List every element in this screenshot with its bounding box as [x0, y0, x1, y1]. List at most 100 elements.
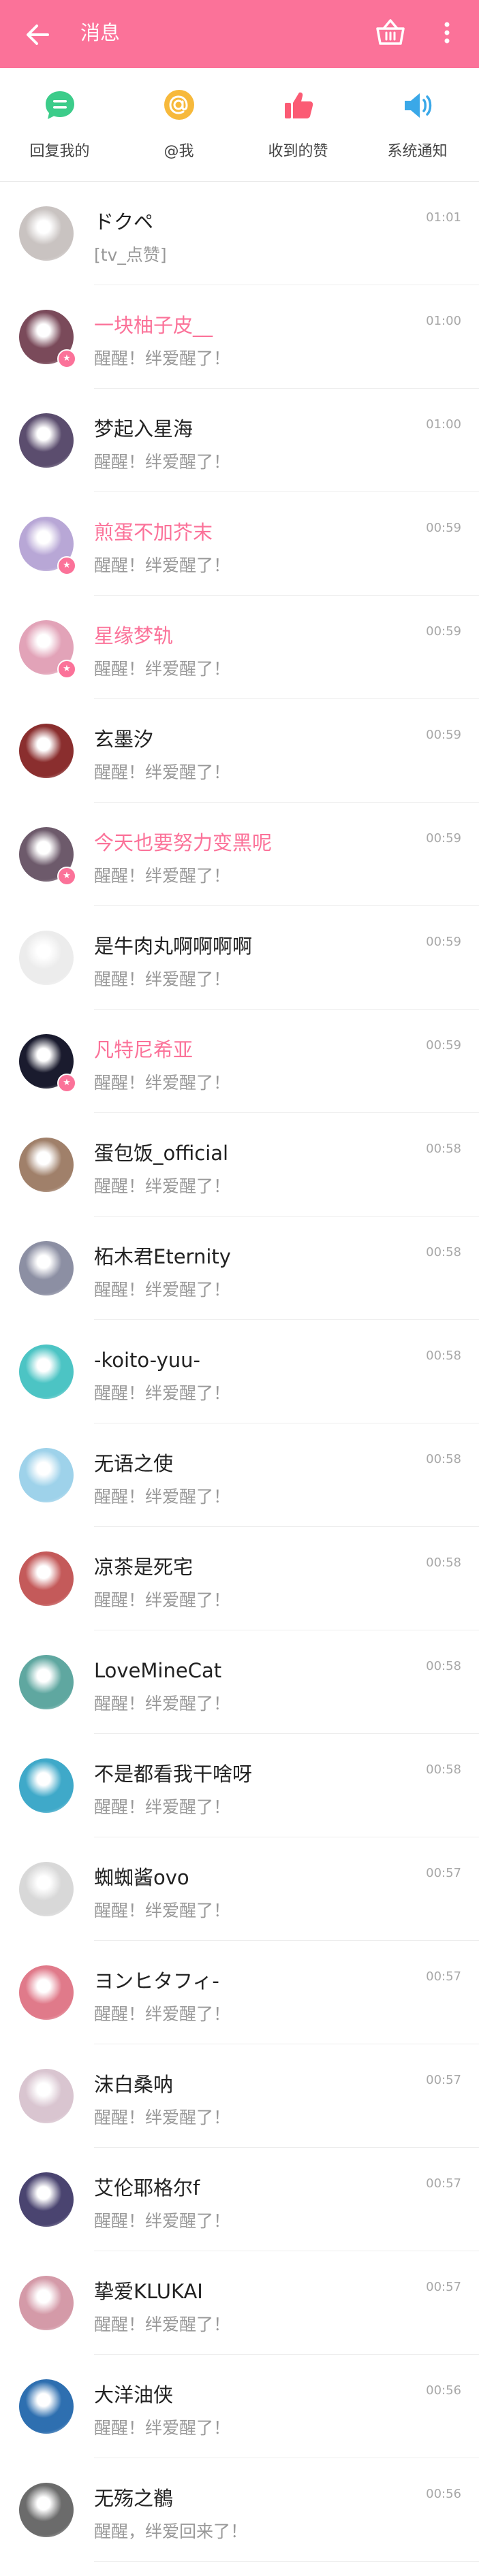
sender-name[interactable]: 一块柚子皮__ — [94, 312, 213, 338]
message-preview: 醒醒！绊爱醒了！ — [94, 1590, 231, 1610]
message-row[interactable]: 柘木君Eternity 醒醒！绊爱醒了！ 00:58 — [0, 1217, 479, 1320]
sender-name[interactable]: 柘木君Eternity — [94, 1244, 231, 1270]
message-list: ドクペ [tv_点赞] 01:01 ★ 一块柚子皮__ 醒醒！绊爱醒了！ 01:00 梦起入星… — [0, 182, 479, 2562]
sender-name[interactable]: 大洋油侠 — [94, 2382, 173, 2408]
message-preview: 醒醒！绊爱醒了！ — [94, 1797, 231, 1817]
tab-replies[interactable]: 回复我的 — [0, 68, 119, 181]
avatar[interactable] — [19, 2172, 74, 2227]
avatar[interactable] — [19, 2276, 74, 2330]
message-time: 00:58 — [426, 1659, 461, 1673]
sender-name[interactable]: 艾伦耶格尔f — [94, 2175, 200, 2201]
avatar[interactable] — [19, 931, 74, 985]
message-row[interactable]: 无语之使醒醒！绊爱醒了！ 00:58 — [0, 1423, 479, 1527]
vip-badge-icon: ★ — [57, 1074, 76, 1093]
message-time: 00:57 — [426, 2176, 461, 2191]
avatar[interactable] — [19, 2379, 74, 2434]
row-divider — [94, 2561, 479, 2562]
vip-badge-icon: ★ — [57, 867, 76, 886]
sender-name[interactable]: ヨンヒタフィ- — [94, 1968, 219, 1994]
tab-mentions[interactable]: @我 — [119, 68, 238, 181]
avatar[interactable] — [19, 1345, 74, 1399]
sender-name[interactable]: 沫白桑呐 — [94, 2072, 173, 2097]
message-time: 00:59 — [426, 1038, 461, 1052]
message-row[interactable]: ★ 一块柚子皮__ 醒醒！绊爱醒了！ 01:00 — [0, 285, 479, 389]
message-preview: 醒醒！绊爱醒了！ — [94, 1280, 231, 1300]
message-time: 00:59 — [426, 624, 461, 639]
sender-name[interactable]: 今天也要努力变黑呢 — [94, 830, 272, 856]
message-time: 00:59 — [426, 521, 461, 535]
sender-name[interactable]: LoveMineCat — [94, 1658, 221, 1684]
sender-name[interactable]: 凡特尼希亚 — [94, 1037, 193, 1063]
message-row[interactable]: ドクペ [tv_点赞] 01:01 — [0, 182, 479, 285]
message-row[interactable]: 沫白桑呐 醒醒！绊爱醒了！ 00:57 — [0, 2044, 479, 2148]
sender-name[interactable]: 不是都看我干啥呀 — [94, 1761, 252, 1787]
message-preview: 醒醒！绊爱醒了！ — [94, 1901, 231, 1920]
avatar[interactable] — [19, 1241, 74, 1295]
sender-name[interactable]: 无殇之鶺 — [94, 2485, 173, 2511]
avatar[interactable] — [19, 724, 74, 778]
tab-system-notices[interactable]: 系统通知 — [358, 68, 477, 181]
avatar[interactable] — [19, 1862, 74, 1916]
message-row[interactable]: ヨンヒタフィ- 醒醒！绊爱醒了！ 00:57 — [0, 1941, 479, 2044]
sender-name[interactable]: 煎蛋不加芥末 — [94, 519, 213, 545]
avatar[interactable] — [19, 1138, 74, 1192]
sender-name[interactable]: 玄墨汐 — [94, 726, 153, 752]
page-title: 消息 — [80, 21, 121, 44]
message-row[interactable]: ★ 凡特尼希亚醒醒！绊爱醒了！ 00:59 — [0, 1010, 479, 1113]
message-row[interactable]: 是牛肉丸啊啊啊啊 醒醒！绊爱醒了！ 00:59 — [0, 906, 479, 1010]
sender-name[interactable]: 梦起入星海 — [94, 416, 193, 442]
message-row[interactable]: LoveMineCat 醒醒！绊爱醒了！ 00:58 — [0, 1630, 479, 1734]
message-row[interactable]: 艾伦耶格尔f 醒醒！绊爱醒了！ 00:57 — [0, 2148, 479, 2251]
tab-likes[interactable]: 收到的赞 — [238, 68, 358, 181]
more-menu-icon[interactable] — [435, 19, 459, 46]
message-preview: [tv_点赞] — [94, 245, 167, 265]
message-preview: 醒醒！绊爱醒了！ — [94, 969, 231, 989]
sender-name[interactable]: 星缘梦轨 — [94, 623, 173, 649]
message-preview: 醒醒！绊爱醒了！ — [94, 659, 231, 679]
avatar[interactable] — [19, 413, 74, 468]
avatar[interactable] — [19, 1448, 74, 1502]
message-row[interactable]: 梦起入星海 醒醒！绊爱醒了！ 01:00 — [0, 389, 479, 492]
message-time: 00:57 — [426, 2073, 461, 2087]
message-preview: 醒醒！绊爱醒了！ — [94, 1487, 231, 1507]
message-time: 00:58 — [426, 1762, 461, 1777]
avatar[interactable] — [19, 206, 74, 261]
message-time: 00:59 — [426, 728, 461, 742]
message-row[interactable]: 蛋包饭_official 醒醒！绊爱醒了！ 00:58 — [0, 1113, 479, 1217]
message-row[interactable]: 玄墨汐 醒醒！绊爱醒了！ 00:59 — [0, 699, 479, 803]
thumb-up-icon — [285, 92, 313, 118]
message-preview: 醒醒！绊爱醒了！ — [94, 866, 231, 886]
avatar[interactable] — [19, 1758, 74, 1813]
message-preview: 醒醒！绊爱醒了！ — [94, 2004, 231, 2024]
sender-name[interactable]: ドクペ — [94, 209, 153, 235]
sender-name[interactable]: 蛋包饭_official — [94, 1140, 228, 1166]
sender-name[interactable]: 无语之使 — [94, 1451, 173, 1477]
sender-name[interactable]: 蜘蜘酱ovo — [94, 1865, 189, 1890]
avatar[interactable] — [19, 2483, 74, 2537]
message-row[interactable]: -koito-yuu- 醒醒！绊爱醒了！ 00:58 — [0, 1320, 479, 1423]
message-row[interactable]: 大洋油侠 醒醒！绊爱醒了！ 00:56 — [0, 2355, 479, 2458]
message-row[interactable]: ★ 今天也要努力变黑呢 醒醒！绊爱醒了！ 00:59 — [0, 803, 479, 906]
message-row[interactable]: ★ 星缘梦轨 醒醒！绊爱醒了！ 00:59 — [0, 596, 479, 699]
message-preview: 醒醒！绊爱醒了！ — [94, 1073, 231, 1093]
message-time: 00:58 — [426, 1556, 461, 1570]
avatar[interactable] — [19, 2069, 74, 2123]
sender-name[interactable]: 挚爱KLUKAI — [94, 2279, 203, 2304]
message-row[interactable]: 不是都看我干啥呀醒醒！绊爱醒了！ 00:58 — [0, 1734, 479, 1837]
message-time: 00:58 — [426, 1142, 461, 1156]
sender-name[interactable]: 是牛肉丸啊啊啊啊 — [94, 933, 252, 959]
message-row[interactable]: 蜘蜘酱ovo 醒醒！绊爱醒了！ 00:57 — [0, 1837, 479, 1941]
message-row[interactable]: 无殇之鶺 醒醒，绊爱回来了！ 00:56 — [0, 2458, 479, 2562]
sender-name[interactable]: -koito-yuu- — [94, 1347, 200, 1373]
back-arrow-icon[interactable] — [20, 18, 55, 52]
message-time: 00:58 — [426, 1452, 461, 1466]
message-row[interactable]: 挚爱KLUKAI 醒醒！绊爱醒了！ 00:57 — [0, 2251, 479, 2355]
sender-name[interactable]: 凉茶是死宅 — [94, 1554, 193, 1580]
avatar[interactable] — [19, 1551, 74, 1606]
avatar[interactable] — [19, 1655, 74, 1709]
message-preview: 醒醒！绊爱醒了！ — [94, 349, 231, 368]
avatar[interactable] — [19, 1965, 74, 2020]
message-row[interactable]: 凉茶是死宅醒醒！绊爱醒了！ 00:58 — [0, 1527, 479, 1630]
message-row[interactable]: ★ 煎蛋不加芥末 醒醒！绊爱醒了！ 00:59 — [0, 492, 479, 596]
clear-basket-icon[interactable] — [373, 15, 407, 49]
